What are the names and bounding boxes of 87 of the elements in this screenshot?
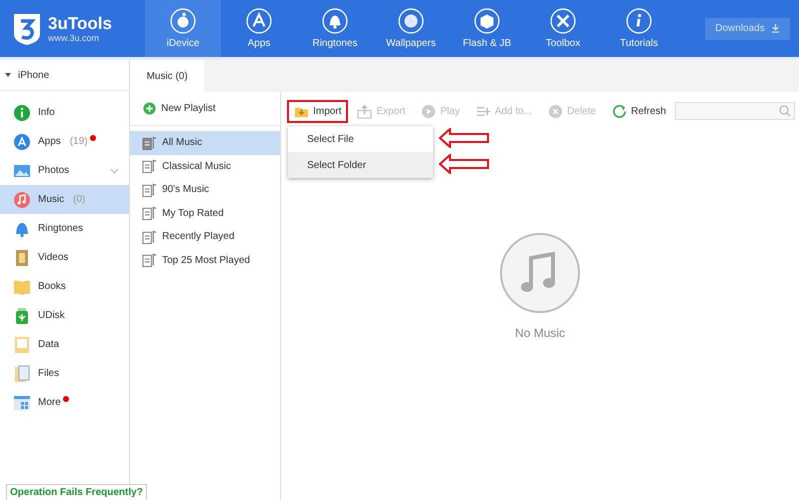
sidebar-item[interactable]: Ringtones	[0, 214, 130, 243]
playlist-label: All Music	[162, 137, 202, 148]
sidebar-item[interactable]: More	[0, 388, 130, 417]
tab[interactable]: Music (0)	[130, 60, 204, 92]
usb-icon	[13, 306, 31, 324]
nav-tab[interactable]: Apps	[221, 0, 297, 57]
document-icon	[13, 336, 31, 354]
sidebar-item[interactable]: Files	[0, 359, 130, 388]
caret-icon[interactable]	[4, 71, 12, 79]
playlist-icon	[142, 205, 158, 222]
sidebar-item[interactable]: Photos	[0, 156, 130, 185]
sidebar-label: Videos	[38, 252, 68, 263]
files-icon	[13, 364, 31, 382]
playlist-label: 90's Music	[162, 184, 210, 196]
nav-tab[interactable]: Wallpapers	[373, 0, 449, 57]
play-icon	[421, 104, 436, 118]
item-count: (0)	[73, 194, 86, 205]
playlist-label: My Top Rated	[162, 208, 224, 219]
item-count: (19)	[70, 136, 88, 147]
music-note-icon	[13, 190, 31, 208]
sidebar-label: Ringtones	[38, 223, 84, 234]
playlist-item[interactable]: 90's Music	[130, 178, 280, 202]
playlist-item[interactable]: My Top Rated	[130, 202, 280, 225]
logo-title: 3uTools	[48, 14, 112, 32]
playlist-item[interactable]: All Music	[130, 131, 280, 154]
sidebar-label: Apps	[38, 136, 61, 147]
letter-a-icon	[13, 132, 31, 150]
logo-subtitle: www.3u.com	[48, 32, 100, 42]
sidebar-item[interactable]: UDisk	[0, 301, 130, 330]
book-icon	[13, 278, 31, 296]
playlist-label: Classical Music	[162, 160, 232, 172]
sidebar-label: Photos	[38, 165, 70, 176]
sidebar-item[interactable]: Books	[0, 272, 130, 301]
sidebar-label: Info	[38, 107, 55, 118]
film-icon	[13, 248, 31, 266]
letter-a-icon	[246, 8, 272, 34]
empty-message: No Music	[515, 326, 566, 340]
sidebar-label: Files	[38, 368, 60, 379]
refresh-icon	[612, 104, 627, 118]
arrow-annotation	[439, 154, 490, 174]
help-link[interactable]: Operation Fails Frequently?	[6, 484, 147, 500]
nav-tab[interactable]: Flash & JB	[449, 0, 525, 57]
playlist-icon	[142, 182, 158, 198]
download-icon	[770, 24, 780, 33]
info-icon	[13, 104, 31, 122]
new-playlist-button[interactable]: New Playlist	[130, 92, 280, 126]
playlist-icon	[142, 134, 158, 151]
export-icon	[357, 104, 372, 118]
nav-tab[interactable]: Toolbox	[525, 0, 601, 57]
info-icon	[626, 8, 652, 34]
plus-icon	[143, 102, 156, 115]
menu-item[interactable]: Select Folder	[288, 152, 434, 178]
music-note-icon	[499, 232, 582, 314]
playlist-icon	[142, 158, 158, 174]
sidebar-item[interactable]: Apps (19)	[0, 127, 130, 156]
nav-tab[interactable]: iDevice	[145, 0, 221, 57]
sidebar-label: UDisk	[38, 310, 65, 321]
search-field[interactable]	[675, 102, 795, 120]
playlist-item[interactable]: Classical Music	[130, 154, 280, 178]
arrow-annotation	[439, 128, 490, 148]
sidebar-label: Books	[38, 281, 66, 292]
nav-tab[interactable]: Tutorials	[601, 0, 677, 57]
delete-icon	[548, 104, 564, 118]
search-icon	[779, 105, 791, 117]
sidebar-label: More	[38, 397, 61, 408]
playlist-icon	[142, 228, 158, 245]
nav-tab[interactable]: Ringtones	[297, 0, 373, 57]
chevron-icon[interactable]	[110, 168, 120, 174]
toolbar-button[interactable]: Refresh	[604, 100, 673, 122]
playlist-item[interactable]: Recently Played	[130, 225, 280, 248]
bell-icon	[322, 8, 348, 34]
menu-item[interactable]: Select File	[288, 126, 434, 152]
sidebar-item[interactable]: Data	[0, 330, 130, 359]
playlist-item[interactable]: Top 25 Most Played	[130, 248, 280, 272]
sidebar-item[interactable]: Music (0)	[0, 185, 130, 214]
playlist-icon	[142, 252, 158, 268]
sidebar-label: Data	[38, 339, 60, 350]
playlist-label: Recently Played	[162, 231, 234, 242]
logo-icon	[12, 12, 42, 46]
toolbar-button[interactable]: Import	[287, 100, 348, 122]
playlist-label: Top 25 Most Played	[162, 254, 250, 266]
grid-icon	[13, 394, 31, 412]
tools-icon	[550, 8, 576, 34]
sidebar-label: Music	[38, 194, 64, 205]
sidebar-item[interactable]: Videos	[0, 243, 130, 272]
device-name: iPhone	[18, 70, 50, 80]
sidebar-item[interactable]: Info	[0, 98, 130, 127]
